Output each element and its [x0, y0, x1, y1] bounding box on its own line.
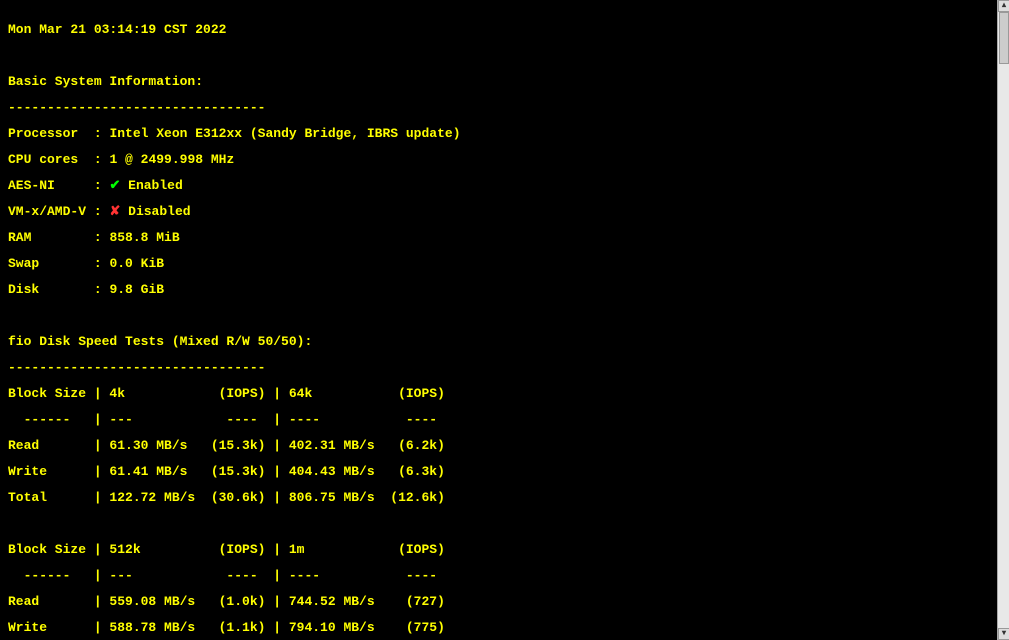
fio-header2: Block Size | 512k (IOPS) | 1m (IOPS)	[8, 543, 989, 556]
timestamp-line: Mon Mar 21 03:14:19 CST 2022	[8, 23, 989, 36]
fio-write-512k: Write | 588.78 MB/s (1.1k) | 794.10 MB/s…	[8, 621, 989, 634]
sysinfo-swap: Swap : 0.0 KiB	[8, 257, 989, 270]
sysinfo-disk: Disk : 9.8 GiB	[8, 283, 989, 296]
cross-icon: ✘	[109, 204, 120, 219]
terminal-output: Mon Mar 21 03:14:19 CST 2022 Basic Syste…	[0, 0, 997, 640]
fio-divider1: ------ | --- ---- | ---- ----	[8, 413, 989, 426]
fio-write-4k: Write | 61.41 MB/s (15.3k) | 404.43 MB/s…	[8, 465, 989, 478]
sysinfo-title: Basic System Information:	[8, 75, 989, 88]
scroll-thumb[interactable]	[999, 12, 1009, 64]
sysinfo-processor: Processor : Intel Xeon E312xx (Sandy Bri…	[8, 127, 989, 140]
sysinfo-ram: RAM : 858.8 MiB	[8, 231, 989, 244]
fio-separator: ---------------------------------	[8, 361, 989, 374]
fio-read-512k: Read | 559.08 MB/s (1.0k) | 744.52 MB/s …	[8, 595, 989, 608]
sysinfo-separator: ---------------------------------	[8, 101, 989, 114]
scrollbar[interactable]: ▴ ▾	[997, 0, 1009, 640]
scroll-up-button[interactable]: ▴	[998, 0, 1009, 12]
check-icon: ✔	[109, 178, 120, 193]
sysinfo-vmx: VM-x/AMD-V : ✘ Disabled	[8, 205, 989, 218]
fio-total-4k: Total | 122.72 MB/s (30.6k) | 806.75 MB/…	[8, 491, 989, 504]
fio-header1: Block Size | 4k (IOPS) | 64k (IOPS)	[8, 387, 989, 400]
fio-title: fio Disk Speed Tests (Mixed R/W 50/50):	[8, 335, 989, 348]
fio-divider2: ------ | --- ---- | ---- ----	[8, 569, 989, 582]
scroll-down-button[interactable]: ▾	[998, 628, 1009, 640]
sysinfo-cpucores: CPU cores : 1 @ 2499.998 MHz	[8, 153, 989, 166]
sysinfo-aesni: AES-NI : ✔ Enabled	[8, 179, 989, 192]
fio-read-4k: Read | 61.30 MB/s (15.3k) | 402.31 MB/s …	[8, 439, 989, 452]
